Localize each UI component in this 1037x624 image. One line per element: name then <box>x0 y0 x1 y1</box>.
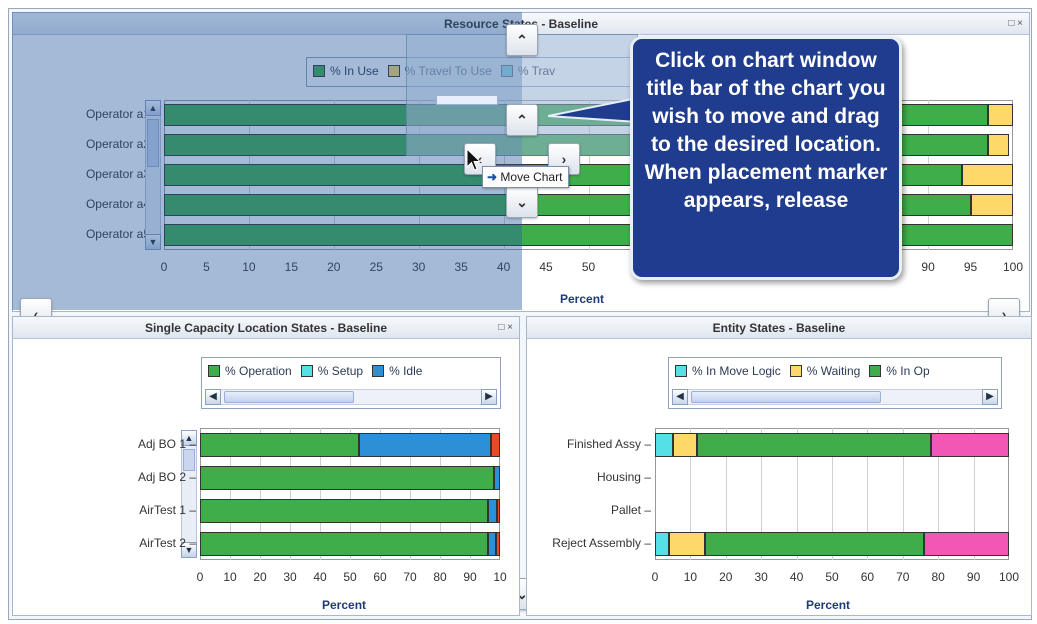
location-row-label: Adj BO 1 – <box>137 436 196 451</box>
location-x-tick-label: 70 <box>403 570 417 584</box>
entity-x-tick-label: 20 <box>719 570 733 584</box>
location-bar-segment <box>200 498 488 523</box>
location-x-tick-label: 20 <box>253 570 267 584</box>
location-x-tick-label: 10 <box>223 570 237 584</box>
entity-bar-segment <box>924 531 1009 556</box>
location-x-tick-label: 0 <box>196 570 204 584</box>
entity-x-tick-label: 40 <box>789 570 804 584</box>
entity-x-tick-label: 0 <box>651 570 659 584</box>
entity-bar-segment <box>931 432 1009 457</box>
entity-x-tick-label: 10 <box>683 570 698 584</box>
location-x-tick-label: 90 <box>463 570 477 584</box>
location-bar-segment <box>488 498 497 523</box>
entity-x-tick-label: 100 <box>998 570 1020 584</box>
entity-bar-segment <box>704 531 925 556</box>
entity-bar-segment <box>655 432 673 457</box>
location-x-tick-label: 80 <box>433 570 447 584</box>
entity-row-label: Reject Assembly – <box>552 535 651 550</box>
entity-x-tick-label: 50 <box>825 570 839 584</box>
location-x-tick-label: 30 <box>283 570 297 584</box>
location-bar-segment <box>359 432 491 457</box>
entity-x-tick-label: 80 <box>931 570 945 584</box>
location-row-label: AirTest 1 – <box>139 502 196 517</box>
entity-row-label: Finished Assy – <box>566 436 651 451</box>
entity-bar-segment <box>672 432 698 457</box>
location-row-label: AirTest 2 – <box>139 535 196 550</box>
location-x-tick-label: 40 <box>313 570 327 584</box>
location-bar-segment <box>200 531 488 556</box>
entity-x-tick-label: 90 <box>966 570 981 584</box>
location-bar-segment <box>200 465 494 490</box>
location-bar-segment <box>488 531 496 556</box>
entity-bar-segment <box>655 531 670 556</box>
callout-pointer <box>548 96 638 124</box>
location-bar-segment <box>200 432 359 457</box>
entity-row-label: Pallet – <box>610 502 651 517</box>
location-x-tick-label: 50 <box>343 570 357 584</box>
instruction-callout: Click on chart window title bar of the c… <box>630 36 902 280</box>
entity-x-tick-label: 60 <box>860 570 875 584</box>
entity-bar-segment <box>697 432 932 457</box>
location-bar-segment <box>495 531 500 556</box>
location-x-tick-label: 60 <box>373 570 387 584</box>
location-bar-segment <box>491 432 500 457</box>
entity-x-tick-label: 30 <box>754 570 768 584</box>
entity-bar-segment <box>669 531 705 556</box>
location-row-label: Adj BO 2 – <box>137 469 196 484</box>
entity-row-label: Housing – <box>596 469 651 484</box>
location-bar-segment <box>494 465 500 490</box>
location-bar-segment <box>497 498 500 523</box>
entity-x-tick-label: 70 <box>896 570 910 584</box>
location-x-tick-label: 10 <box>493 570 507 584</box>
